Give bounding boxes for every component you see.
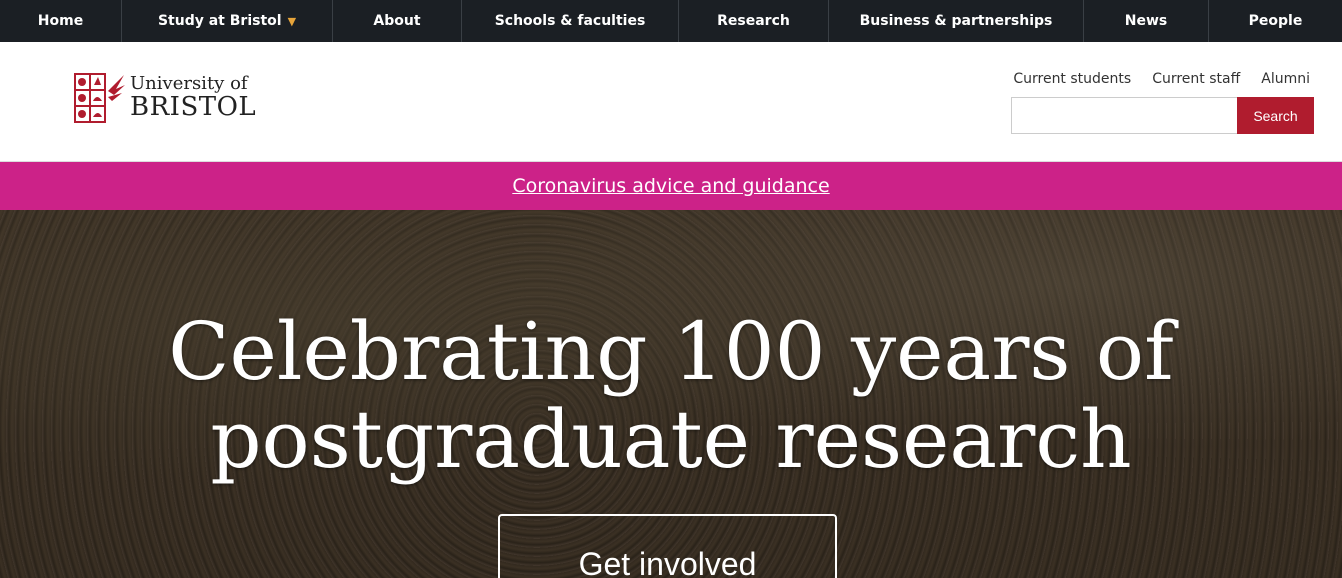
nav-label: Study at Bristol [157, 13, 282, 29]
nav-label: About [373, 13, 421, 29]
nav-news[interactable]: News [1084, 0, 1209, 42]
chevron-down-icon: ▼ [287, 14, 297, 28]
hero-title-line-1: Celebrating 100 years of [168, 305, 1174, 398]
nav-label: Business & partnerships [859, 13, 1053, 29]
nav-label: News [1124, 13, 1168, 29]
search-input[interactable] [1011, 97, 1237, 134]
nav-schools-faculties[interactable]: Schools & faculties [462, 0, 679, 42]
nav-about[interactable]: About [333, 0, 462, 42]
nav-label: Research [717, 13, 790, 29]
nav-label: Schools & faculties [494, 13, 646, 29]
site-search: Search [1011, 97, 1314, 134]
coronavirus-guidance-link[interactable]: Coronavirus advice and guidance [512, 175, 829, 197]
logo-line-1: University of [130, 73, 248, 94]
nav-business-partnerships[interactable]: Business & partnerships [829, 0, 1084, 42]
audience-links: Current students Current staff Alumni [1013, 71, 1310, 87]
site-header: University of BRISTOL Current students C… [0, 42, 1342, 162]
university-logo[interactable]: University of BRISTOL [72, 71, 256, 125]
nav-study-at-bristol[interactable]: Study at Bristol ▼ [122, 0, 333, 42]
nav-label: People [1248, 13, 1303, 29]
search-button[interactable]: Search [1237, 97, 1314, 134]
hero-title: Celebrating 100 years of postgraduate re… [0, 308, 1342, 484]
nav-research[interactable]: Research [679, 0, 829, 42]
link-current-staff[interactable]: Current staff [1152, 71, 1240, 87]
link-alumni[interactable]: Alumni [1261, 71, 1310, 87]
nav-home[interactable]: Home [0, 0, 122, 42]
alert-banner: Coronavirus advice and guidance [0, 162, 1342, 210]
university-crest-icon [74, 73, 125, 123]
top-navigation: Home Study at Bristol ▼ About Schools & f… [0, 0, 1342, 42]
link-current-students[interactable]: Current students [1013, 71, 1131, 87]
hero-section: Celebrating 100 years of postgraduate re… [0, 210, 1342, 578]
nav-people[interactable]: People [1209, 0, 1342, 42]
nav-label: Home [37, 13, 84, 29]
get-involved-button[interactable]: Get involved [498, 514, 837, 578]
logo-line-2: BRISTOL [130, 92, 257, 122]
hero-title-line-2: postgraduate research [210, 393, 1132, 486]
